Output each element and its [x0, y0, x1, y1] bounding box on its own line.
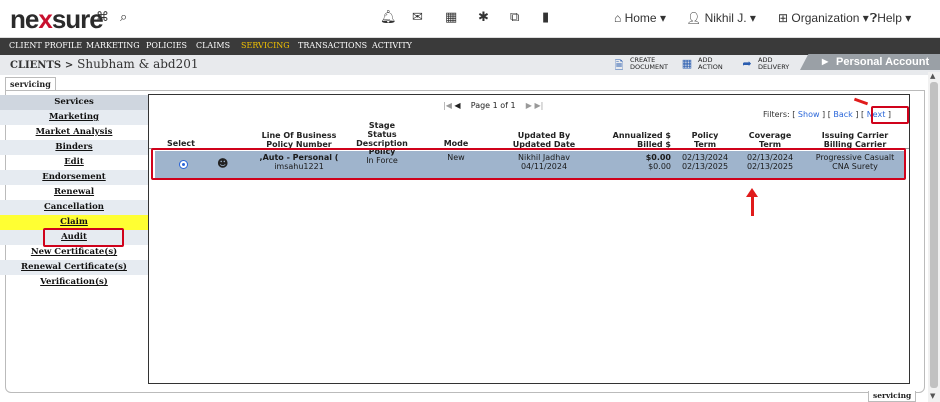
col-carrier[interactable]: Issuing Carrier Billing Carrier	[807, 131, 903, 149]
top-bar: nexsure ⌘ ⌕ 🔔︎ ✉ ▦ ✱ ⧉ ▮ ⌂ Home ▾ 👤︎ Nik…	[0, 0, 940, 38]
play-triangle-icon: ▶	[822, 57, 829, 66]
menu-claims[interactable]: CLAIMS	[196, 41, 230, 50]
col-annualized[interactable]: Annualized $ Billed $	[589, 131, 671, 149]
col-stage-line1: Stage	[368, 121, 396, 130]
service-cancellation[interactable]: Cancellation	[0, 200, 148, 215]
services-header: Services	[0, 95, 148, 110]
col-coverage-term-line1: Coverage	[748, 131, 792, 140]
add-action-line2: ACTION	[698, 63, 723, 71]
user-menu[interactable]: 👤︎ Nikhil J. ▾	[686, 11, 756, 25]
claim-highlight-box	[43, 228, 124, 247]
menu-client-profile[interactable]: CLIENT PROFILE	[9, 41, 82, 50]
filters-label: Filters:	[763, 110, 790, 119]
chat-icon[interactable]: ✉	[412, 10, 423, 25]
help-label: Help ▾	[877, 11, 912, 25]
next-highlight-box	[871, 106, 909, 124]
document-icon: 🗎︎	[614, 59, 624, 72]
service-endorsement[interactable]: Endorsement	[0, 170, 148, 185]
scroll-thumb[interactable]	[930, 82, 938, 388]
personal-account-tab[interactable]: ▶ Personal Account	[800, 54, 940, 70]
services-list: Services Marketing Market Analysis Binde…	[0, 95, 148, 290]
col-stage-status[interactable]: Stage Status Description	[337, 121, 427, 148]
scroll-up-icon[interactable]: ▲	[930, 72, 935, 80]
col-updated-line1: Updated By	[517, 131, 571, 140]
service-edit[interactable]: Edit	[0, 155, 148, 170]
service-renewal-certificates[interactable]: Renewal Certificate(s)	[0, 260, 148, 275]
personal-account-label: Personal Account	[836, 56, 930, 68]
service-marketing[interactable]: Marketing	[0, 110, 148, 125]
filter-show-link[interactable]: Show	[798, 110, 820, 119]
table-header: Select Line Of Business Policy Number Sta…	[149, 121, 909, 149]
asterisk-icon[interactable]: ✱	[478, 10, 489, 25]
up-arrow-head-annotation	[746, 188, 758, 197]
user-label: Nikhil J. ▾	[704, 11, 756, 25]
col-updated[interactable]: Updated By Updated Date	[489, 131, 599, 149]
add-delivery-label: ADD DELIVERY	[758, 57, 802, 71]
org-chart-icon: ⊞	[778, 11, 792, 25]
pager: |◀ ◀ Page 1 of 1 ▶ ▶|	[443, 101, 544, 110]
calendar-icon: ▦	[681, 57, 693, 70]
col-carrier-line1: Issuing Carrier	[821, 131, 889, 140]
policy-grid: |◀ ◀ Page 1 of 1 ▶ ▶| Filters: [ Show ] …	[148, 94, 910, 384]
bottom-servicing-tab[interactable]: servicing	[868, 391, 917, 402]
user-icon: 👤︎	[686, 11, 705, 25]
service-binders[interactable]: Binders	[0, 140, 148, 155]
bell-icon[interactable]: 🔔︎	[380, 10, 397, 25]
binoculars-icon[interactable]: ⌘	[96, 10, 109, 25]
service-verifications[interactable]: Verification(s)	[0, 275, 148, 290]
calculator-icon[interactable]: ▦	[445, 10, 457, 25]
col-select[interactable]: Select	[153, 139, 209, 148]
breadcrumb-clients[interactable]: CLIENTS	[10, 60, 61, 71]
client-header-bar: CLIENTS > Shubham & abd201 🗎︎ CREATE DOCU…	[0, 55, 940, 75]
home-menu[interactable]: ⌂ Home ▾	[614, 11, 666, 25]
add-delivery-line2: DELIVERY	[758, 63, 790, 71]
col-mode[interactable]: Mode	[431, 139, 481, 148]
servicing-tab[interactable]: servicing	[5, 77, 56, 90]
home-icon: ⌂	[614, 11, 625, 25]
last-page-icon[interactable]: ▶|	[535, 101, 544, 110]
page-indicator: Page 1 of 1	[470, 101, 516, 110]
col-lob-line1: Line Of Business	[261, 131, 337, 140]
search-icon[interactable]: ⌕	[120, 10, 127, 25]
col-coverage-term[interactable]: Coverage Term	[739, 131, 801, 149]
menu-marketing[interactable]: MARKETING	[86, 41, 140, 50]
service-market-analysis[interactable]: Market Analysis	[0, 125, 148, 140]
scroll-down-icon[interactable]: ▼	[930, 392, 935, 400]
col-annualized-line1: Annualized $	[612, 131, 671, 140]
menu-policies[interactable]: POLICIES	[146, 41, 187, 50]
create-document-label: CREATE DOCUMENT	[630, 57, 674, 71]
nexsure-logo[interactable]: nexsure	[10, 4, 104, 35]
col-stage-line2: Status	[367, 130, 397, 139]
forward-arrow-icon: ➦	[742, 57, 752, 70]
help-menu[interactable]: ❓︎Help ▾	[870, 11, 911, 26]
menu-servicing[interactable]: SERVICING	[241, 41, 290, 50]
create-document-line2: DOCUMENT	[630, 63, 668, 71]
next-page-icon[interactable]: ▶	[526, 101, 532, 110]
organization-label: Organization ▾	[791, 11, 869, 25]
breadcrumb-client-name: Shubham & abd201	[77, 57, 199, 71]
row-highlight-box	[151, 148, 906, 180]
logo-text-pre: ne	[10, 4, 39, 34]
col-policy-term[interactable]: Policy Term	[679, 131, 731, 149]
home-label: Home ▾	[624, 11, 666, 25]
breadcrumb: CLIENTS > Shubham & abd201	[10, 57, 199, 71]
up-arrow-annotation	[751, 196, 754, 216]
logo-text-x: x	[38, 4, 53, 34]
main-menu-bar: CLIENT PROFILE MARKETING POLICIES CLAIMS…	[0, 38, 940, 55]
bookmark-icon[interactable]: ▮	[542, 10, 549, 25]
external-link-icon[interactable]: ⧉	[510, 10, 519, 25]
service-renewal[interactable]: Renewal	[0, 185, 148, 200]
organization-menu[interactable]: ⊞ Organization ▾	[778, 11, 869, 25]
menu-activity[interactable]: ACTIVITY	[372, 41, 412, 50]
first-page-icon[interactable]: |◀	[443, 101, 452, 110]
breadcrumb-separator: >	[64, 60, 74, 71]
page-scrollbar[interactable]: ▲ ▼	[928, 72, 940, 402]
add-action-label: ADD ACTION	[698, 57, 742, 71]
menu-transactions[interactable]: TRANSACTIONS	[298, 41, 367, 50]
col-policy-term-line1: Policy	[691, 131, 719, 140]
service-new-certificates[interactable]: New Certificate(s)	[0, 245, 148, 260]
filter-back-link[interactable]: Back	[833, 110, 852, 119]
